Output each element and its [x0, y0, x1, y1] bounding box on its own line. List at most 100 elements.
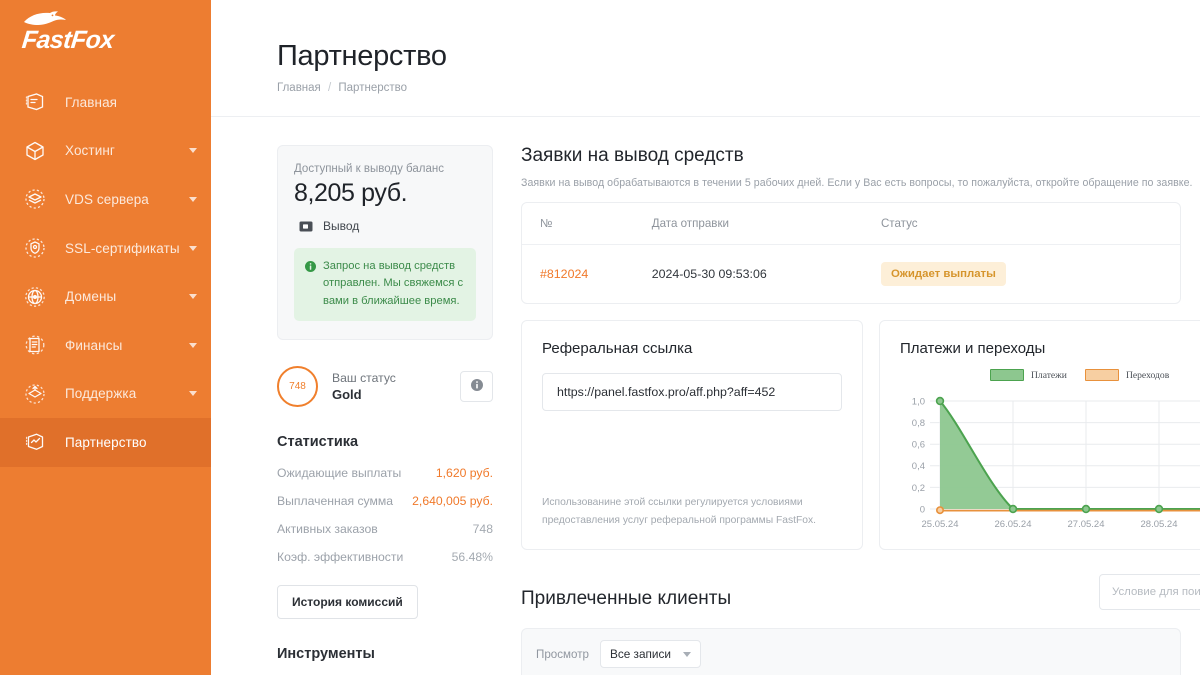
stat-value: 1,620 руб. — [435, 466, 493, 481]
chevron-down-icon[interactable] — [189, 391, 197, 397]
tools-heading: Инструменты — [277, 646, 375, 663]
sidebar-nav: Главная Хостинг VDS сервера SSL-сертифик… — [0, 78, 211, 467]
breadcrumb-home[interactable]: Главная — [277, 82, 321, 94]
svg-text:0,6: 0,6 — [912, 440, 925, 451]
chart-title: Платежи и переходы — [900, 340, 1046, 357]
svg-text:25.05.24: 25.05.24 — [922, 519, 959, 530]
sidebar-item-label: Финансы — [65, 337, 123, 353]
withdraw-success-alert: Запрос на вывод средств отправлен. Мы св… — [294, 248, 476, 322]
chevron-down-icon[interactable] — [189, 342, 197, 348]
sidebar-item-support[interactable]: Поддержка — [0, 370, 211, 419]
legend-swatch — [1084, 369, 1119, 381]
withdrawal-date: 2024-05-30 09:53:06 — [651, 267, 767, 281]
left-column: Доступный к выводу баланс 8,205 руб. Выв… — [277, 145, 493, 675]
sidebar-item-partnership[interactable]: Партнерство — [0, 418, 211, 467]
referral-link-card: Реферальная ссылка Использованине этой с… — [521, 320, 863, 550]
commission-history-button[interactable]: История комиссий — [277, 585, 418, 620]
info-icon — [470, 378, 483, 396]
sidebar: FastFox Главная Хостинг VDS сервера SSL-… — [0, 0, 211, 675]
stat-row: Выплаченная сумма 2,640,005 руб. — [277, 494, 493, 508]
stat-value: 56.48% — [451, 550, 493, 565]
stat-key: Активных заказов — [277, 522, 378, 537]
withdrawals-subtitle: Заявки на вывод обрабатываются в течении… — [521, 177, 1193, 189]
status-text: Ваш статус Gold — [332, 371, 396, 402]
column-header-id: № — [522, 203, 652, 245]
document-icon — [22, 332, 48, 358]
sidebar-item-label: VDS сервера — [65, 191, 149, 207]
cards-row: Реферальная ссылка Использованине этой с… — [521, 320, 1200, 550]
stat-value: 748 — [472, 522, 493, 537]
withdrawals-table-card: № Дата отправки Статус #812024 2024-05-3… — [521, 202, 1181, 304]
svg-text:0,8: 0,8 — [912, 418, 925, 429]
status-badge: Ожидает выплаты — [880, 262, 1006, 286]
status-value: Gold — [332, 387, 362, 403]
sidebar-item-ssl[interactable]: SSL-сертификаты — [0, 224, 211, 273]
withdrawals-title: Заявки на вывод средств — [521, 145, 744, 166]
sidebar-item-label: SSL-сертификаты — [65, 240, 180, 256]
sidebar-item-hosting[interactable]: Хостинг — [0, 127, 211, 176]
stat-key: Ожидающие выплаты — [277, 466, 402, 481]
page-header: Партнерство Главная / Партнерство — [211, 0, 1200, 117]
sidebar-item-label: Поддержка — [65, 386, 137, 402]
svg-text:1,0: 1,0 — [912, 397, 925, 408]
referral-note: Использованине этой ссылки регулируется … — [542, 496, 817, 526]
info-icon — [305, 259, 316, 310]
balance-card: Доступный к выводу баланс 8,205 руб. Выв… — [277, 145, 493, 341]
clients-title: Привлеченные клиенты — [521, 588, 732, 609]
breadcrumb: Главная / Партнерство — [277, 82, 1200, 94]
referral-link-input[interactable] — [542, 373, 842, 411]
chevron-down-icon[interactable] — [189, 294, 197, 300]
sidebar-item-finance[interactable]: Финансы — [0, 321, 211, 370]
clients-filter-select[interactable]: Все записи — [599, 640, 701, 668]
status-row: 748 Ваш статус Gold — [277, 366, 493, 408]
stat-value: 2,640,005 руб. — [412, 494, 493, 509]
chevron-down-icon[interactable] — [189, 148, 197, 154]
legend-item-payments[interactable]: Платежи — [990, 369, 1067, 381]
clients-search-input[interactable] — [1099, 574, 1200, 610]
sidebar-item-label: Домены — [65, 289, 117, 305]
statistics-list: Ожидающие выплаты 1,620 руб. Выплаченная… — [277, 466, 493, 564]
svg-text:0,2: 0,2 — [912, 483, 925, 494]
clients-filter-bar: Просмотр Все записи — [521, 628, 1181, 675]
stat-key: Выплаченная сумма — [277, 494, 394, 509]
withdraw-label: Вывод — [323, 219, 360, 233]
chevron-down-icon[interactable] — [189, 196, 197, 202]
chart-plot: 1,0 0,8 0,6 0,4 0,2 0 25.05.24 26.05.24 … — [912, 397, 1200, 530]
app-root: FastFox Главная Хостинг VDS сервера SSL-… — [0, 0, 1200, 675]
dashboard-icon — [22, 89, 48, 115]
legend-item-transitions[interactable]: Переходов — [1084, 369, 1170, 381]
logo[interactable]: FastFox — [0, 0, 211, 74]
stat-row: Ожидающие выплаты 1,620 руб. — [277, 466, 493, 480]
filter-label: Просмотр — [536, 647, 589, 661]
svg-text:27.05.24: 27.05.24 — [1068, 519, 1105, 530]
chart-legend: Платежи Переходов — [990, 369, 1169, 381]
stat-key: Коэф. эффективности — [277, 550, 404, 565]
sidebar-item-label: Главная — [65, 94, 118, 110]
legend-label: Переходов — [1125, 369, 1170, 381]
legend-label: Платежи — [1031, 369, 1067, 381]
table-row[interactable]: #812024 2024-05-30 09:53:06 Ожидает выпл… — [522, 245, 1180, 304]
status-score-badge: 748 — [277, 366, 318, 408]
globe-icon — [22, 284, 48, 310]
column-header-date: Дата отправки — [651, 203, 881, 245]
chevron-down-icon[interactable] — [189, 245, 197, 251]
sidebar-item-vds[interactable]: VDS сервера — [0, 175, 211, 224]
withdrawal-id-link[interactable]: #812024 — [540, 267, 588, 281]
status-info-button[interactable] — [460, 371, 493, 403]
svg-text:0,4: 0,4 — [912, 461, 925, 472]
filter-selected-value: Все записи — [609, 647, 671, 661]
chevron-down-icon — [683, 651, 691, 657]
inbox-icon — [22, 381, 48, 407]
wallet-icon — [299, 221, 313, 232]
stat-row: Активных заказов 748 — [277, 522, 493, 536]
svg-text:26.05.24: 26.05.24 — [995, 519, 1032, 530]
chart-card: Платежи и переходы Платежи Переходов 1,0… — [879, 320, 1200, 550]
sidebar-item-domains[interactable]: Домены — [0, 272, 211, 321]
stat-row: Коэф. эффективности 56.48% — [277, 550, 493, 564]
sidebar-item-glavnaya[interactable]: Главная — [0, 78, 211, 127]
cube-icon — [22, 138, 48, 164]
svg-text:0: 0 — [920, 505, 925, 516]
logo-text: FastFox — [20, 25, 116, 54]
withdraw-button[interactable]: Вывод — [294, 219, 476, 233]
breadcrumb-separator: / — [327, 82, 332, 94]
